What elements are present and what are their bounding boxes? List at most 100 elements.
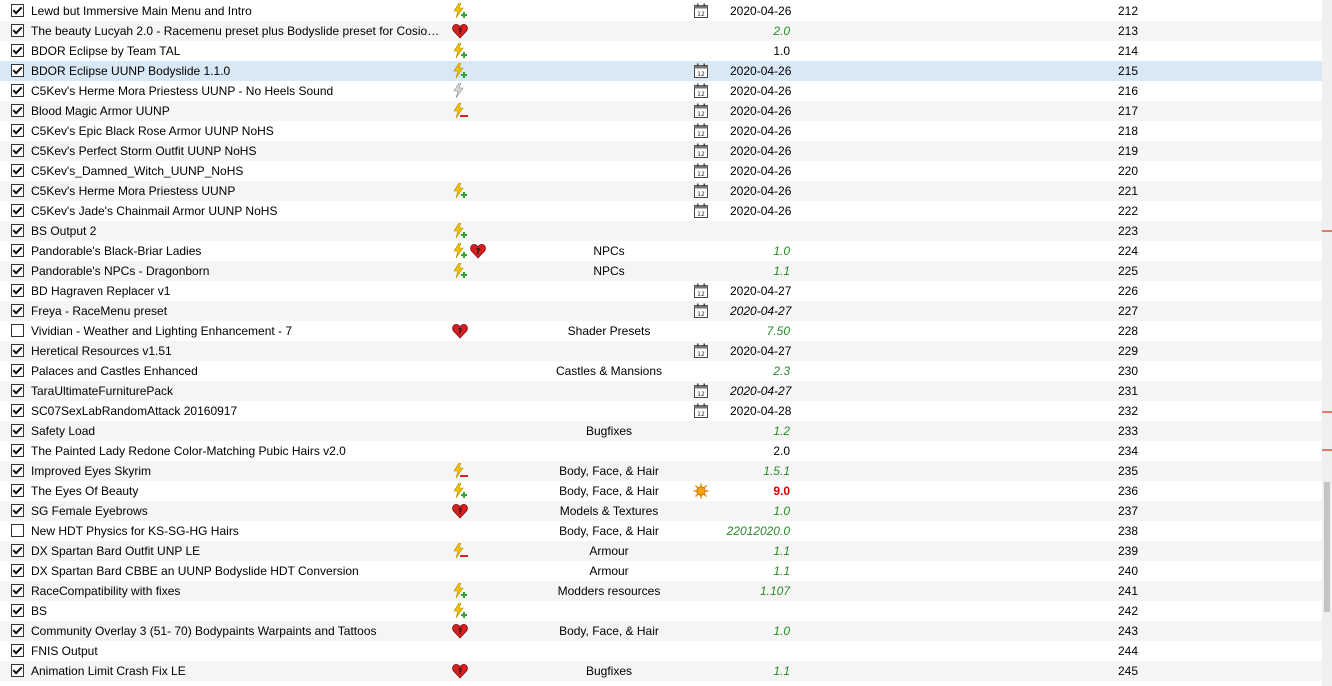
mod-row[interactable]: New HDT Physics for KS-SG-HG Hairs Body, … bbox=[0, 521, 1322, 541]
enable-checkbox[interactable] bbox=[11, 664, 24, 677]
heart-question-icon: ? bbox=[452, 23, 468, 39]
mod-row[interactable]: SG Female Eyebrows? Models & Textures 1.0 2… bbox=[0, 501, 1322, 521]
mod-row[interactable]: Pandorable's NPCs - Dragonborn NPCs 1.1 225 bbox=[0, 261, 1322, 281]
calendar-icon: 12 bbox=[693, 383, 709, 399]
enable-checkbox[interactable] bbox=[11, 404, 24, 417]
mod-row[interactable]: BS 242 bbox=[0, 601, 1322, 621]
enable-checkbox[interactable] bbox=[11, 364, 24, 377]
mod-name: Pandorable's NPCs - Dragonborn bbox=[31, 264, 210, 278]
enable-checkbox[interactable] bbox=[11, 304, 24, 317]
calendar-icon: 12 bbox=[693, 303, 709, 319]
enable-checkbox[interactable] bbox=[11, 524, 24, 537]
enable-checkbox[interactable] bbox=[11, 184, 24, 197]
mod-row[interactable]: BS Output 2 223 bbox=[0, 221, 1322, 241]
mod-flags bbox=[452, 441, 522, 461]
enable-checkbox-cell bbox=[11, 404, 25, 417]
mod-row[interactable]: BDOR Eclipse by Team TAL 1.0 214 bbox=[0, 41, 1322, 61]
enable-checkbox[interactable] bbox=[11, 124, 24, 137]
enable-checkbox[interactable] bbox=[11, 264, 24, 277]
mod-row[interactable]: C5Kev's Herme Mora Priestess UUNP - No H… bbox=[0, 81, 1322, 101]
mod-row[interactable]: Pandorable's Black-Briar Ladies? NPCs 1.0 2… bbox=[0, 241, 1322, 261]
enable-checkbox[interactable] bbox=[11, 424, 24, 437]
enable-checkbox[interactable] bbox=[11, 84, 24, 97]
mod-row[interactable]: Animation Limit Crash Fix LE? Bugfixes 1.1… bbox=[0, 661, 1322, 681]
enable-checkbox[interactable] bbox=[11, 204, 24, 217]
enable-checkbox[interactable] bbox=[11, 4, 24, 17]
mod-row[interactable]: Freya - RaceMenu preset 12 2020-04-27 227 bbox=[0, 301, 1322, 321]
enable-checkbox[interactable] bbox=[11, 584, 24, 597]
enable-checkbox[interactable] bbox=[11, 344, 24, 357]
enable-checkbox[interactable] bbox=[11, 644, 24, 657]
mod-name: New HDT Physics for KS-SG-HG Hairs bbox=[31, 524, 239, 538]
vertical-scrollbar[interactable] bbox=[1322, 0, 1332, 686]
version-text: 1.5.1 bbox=[763, 464, 790, 478]
enable-checkbox[interactable] bbox=[11, 224, 24, 237]
enable-checkbox[interactable] bbox=[11, 44, 24, 57]
enable-checkbox[interactable] bbox=[11, 284, 24, 297]
enable-checkbox[interactable] bbox=[11, 504, 24, 517]
mod-row[interactable]: BDOR Eclipse UUNP Bodyslide 1.1.0 12 2020-… bbox=[0, 61, 1322, 81]
mod-row[interactable]: FNIS Output 244 bbox=[0, 641, 1322, 661]
enable-checkbox[interactable] bbox=[11, 24, 24, 37]
enable-checkbox[interactable] bbox=[11, 444, 24, 457]
mod-row[interactable]: The Eyes Of Beauty Body, Face, & Hair 9.0 2… bbox=[0, 481, 1322, 501]
mod-row[interactable]: Lewd but Immersive Main Menu and Intro 12… bbox=[0, 1, 1322, 21]
mod-contents bbox=[693, 261, 711, 281]
mod-row[interactable]: C5Kev's_Damned_Witch_UUNP_NoHS 12 2020-04-… bbox=[0, 161, 1322, 181]
mod-row[interactable]: Heretical Resources v1.51 12 2020-04-27 229 bbox=[0, 341, 1322, 361]
mod-flags bbox=[452, 541, 522, 561]
enable-checkbox[interactable] bbox=[11, 104, 24, 117]
enable-checkbox[interactable] bbox=[11, 64, 24, 77]
scrollbar-thumb[interactable] bbox=[1324, 482, 1330, 612]
plugin-plus-icon bbox=[452, 43, 468, 59]
mod-row[interactable]: C5Kev's Herme Mora Priestess UUNP 12 2020-… bbox=[0, 181, 1322, 201]
mod-version: 2020-04-26 bbox=[712, 121, 818, 141]
mod-row[interactable]: The Painted Lady Redone Color-Matching P… bbox=[0, 441, 1322, 461]
mod-row[interactable]: Blood Magic Armor UUNP 12 2020-04-26 217 bbox=[0, 101, 1322, 121]
mod-flags: ? bbox=[452, 321, 522, 341]
enable-checkbox[interactable] bbox=[11, 544, 24, 557]
enable-checkbox[interactable] bbox=[11, 604, 24, 617]
mod-row[interactable]: SC07SexLabRandomAttack 20160917 12 2020-04… bbox=[0, 401, 1322, 421]
mod-category bbox=[527, 1, 691, 21]
mod-row[interactable]: Community Overlay 3 (51- 70) Bodypaints … bbox=[0, 621, 1322, 641]
mod-category bbox=[527, 341, 691, 361]
mod-contents: 12 bbox=[693, 201, 711, 221]
plugin-plus-icon bbox=[452, 603, 468, 619]
mod-row[interactable]: Palaces and Castles Enhanced Castles & Ma… bbox=[0, 361, 1322, 381]
mod-flags bbox=[452, 461, 522, 481]
mod-row[interactable]: C5Kev's Epic Black Rose Armor UUNP NoHS 1… bbox=[0, 121, 1322, 141]
enable-checkbox[interactable] bbox=[11, 244, 24, 257]
plugin-minus-icon bbox=[452, 543, 468, 559]
enable-checkbox[interactable] bbox=[11, 144, 24, 157]
enable-checkbox[interactable] bbox=[11, 564, 24, 577]
mod-row[interactable]: RaceCompatibility with fixes Modders reso… bbox=[0, 581, 1322, 601]
mod-priority: 227 bbox=[1117, 304, 1139, 318]
enable-checkbox[interactable] bbox=[11, 324, 24, 337]
mod-contents bbox=[693, 241, 711, 261]
version-text: 1.1 bbox=[773, 264, 790, 278]
mod-row[interactable]: DX Spartan Bard Outfit UNP LE Armour 1.1 23… bbox=[0, 541, 1322, 561]
mod-priority: 244 bbox=[1117, 644, 1139, 658]
heart-question-icon: ? bbox=[452, 663, 468, 679]
mod-row[interactable]: BD Hagraven Replacer v1 12 2020-04-27 226 bbox=[0, 281, 1322, 301]
mod-row[interactable]: Safety Load Bugfixes 1.2 233 bbox=[0, 421, 1322, 441]
mod-name: Blood Magic Armor UUNP bbox=[31, 104, 170, 118]
mod-row[interactable]: The beauty Lucyah 2.0 - Racemenu preset … bbox=[0, 21, 1322, 41]
svg-text:12: 12 bbox=[697, 211, 705, 218]
enable-checkbox[interactable] bbox=[11, 484, 24, 497]
enable-checkbox[interactable] bbox=[11, 464, 24, 477]
mod-row[interactable]: C5Kev's Perfect Storm Outfit UUNP NoHS 12… bbox=[0, 141, 1322, 161]
mod-row[interactable]: DX Spartan Bard CBBE an UUNP Bodyslide H… bbox=[0, 561, 1322, 581]
mod-priority: 225 bbox=[1117, 264, 1139, 278]
mod-row[interactable]: TaraUltimateFurniturePack 12 2020-04-27 231 bbox=[0, 381, 1322, 401]
enable-checkbox[interactable] bbox=[11, 384, 24, 397]
mod-row[interactable]: C5Kev's Jade's Chainmail Armor UUNP NoHS… bbox=[0, 201, 1322, 221]
mod-row[interactable]: Improved Eyes Skyrim Body, Face, & Hair 1.… bbox=[0, 461, 1322, 481]
mod-priority: 219 bbox=[1117, 144, 1139, 158]
enable-checkbox[interactable] bbox=[11, 624, 24, 637]
mod-row[interactable]: Vividian - Weather and Lighting Enhancem… bbox=[0, 321, 1322, 341]
svg-text:12: 12 bbox=[697, 131, 705, 138]
enable-checkbox[interactable] bbox=[11, 164, 24, 177]
mod-flags bbox=[452, 41, 522, 61]
